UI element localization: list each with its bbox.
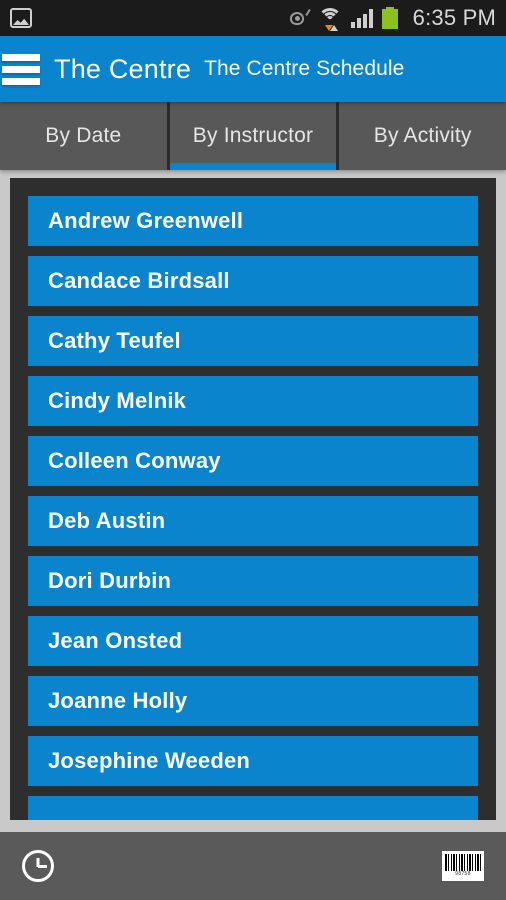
app-screen: 6:35 PM The Centre The Centre Schedule B… [0, 0, 506, 900]
barcode-icon[interactable]: 98758 [442, 851, 484, 881]
content-area: Andrew Greenwell Candace Birdsall Cathy … [0, 170, 506, 832]
instructor-name: Colleen Conway [48, 448, 221, 473]
hamburger-menu-icon[interactable] [0, 49, 44, 90]
tab-label: By Instructor [192, 124, 314, 147]
tab-by-instructor[interactable]: By Instructor [169, 102, 340, 170]
instructor-name: Josephine Weeden [48, 748, 251, 773]
list-item[interactable]: Jean Onsted [28, 616, 478, 666]
tab-by-date[interactable]: By Date [0, 102, 170, 170]
image-icon [10, 8, 32, 28]
signal-icon [350, 8, 373, 28]
tab-label: By Date [45, 124, 122, 147]
app-bar: The Centre The Centre Schedule [0, 36, 506, 102]
instructor-name: Cindy Melnik [48, 388, 187, 413]
list-item[interactable]: Cindy Melnik [28, 376, 478, 426]
status-bar-notifications [10, 8, 32, 28]
tab-indicator [169, 163, 337, 170]
list-item[interactable]: Colleen Conway [28, 436, 478, 486]
list-item[interactable]: Dori Durbin [28, 556, 478, 606]
eye-icon [287, 9, 311, 26]
status-bar: 6:35 PM [0, 0, 506, 36]
list-item-partial[interactable] [28, 796, 478, 820]
bottom-bar: 98758 [0, 832, 506, 900]
list-item[interactable]: Deb Austin [28, 496, 478, 546]
list-item[interactable]: Andrew Greenwell [28, 196, 478, 246]
tab-by-activity[interactable]: By Activity [339, 102, 506, 170]
list-item[interactable]: Josephine Weeden [28, 736, 478, 786]
instructor-name: Joanne Holly [48, 688, 188, 713]
list-item[interactable]: Cathy Teufel [28, 316, 478, 366]
status-bar-indicators: 6:35 PM [287, 5, 496, 31]
barcode-bars [445, 854, 481, 871]
instructor-name: Andrew Greenwell [48, 208, 244, 233]
wifi-icon [317, 8, 342, 31]
app-title: The Centre [54, 53, 192, 84]
tab-bar: By Date By Instructor By Activity [0, 102, 506, 170]
instructor-name: Deb Austin [48, 508, 166, 533]
battery-icon [381, 7, 398, 29]
list-item[interactable]: Candace Birdsall [28, 256, 478, 306]
instructor-list[interactable]: Andrew Greenwell Candace Birdsall Cathy … [10, 178, 496, 820]
app-subtitle: The Centre Schedule [204, 57, 405, 80]
instructor-name: Cathy Teufel [48, 328, 181, 353]
list-item[interactable]: Joanne Holly [28, 676, 478, 726]
clock-icon[interactable] [22, 850, 54, 882]
tab-label: By Activity [373, 124, 472, 147]
instructor-name: Jean Onsted [48, 628, 183, 653]
instructor-name: Candace Birdsall [48, 268, 230, 293]
barcode-number: 98758 [455, 871, 471, 877]
instructor-name: Dori Durbin [48, 568, 172, 593]
status-bar-clock: 6:35 PM [412, 5, 496, 30]
